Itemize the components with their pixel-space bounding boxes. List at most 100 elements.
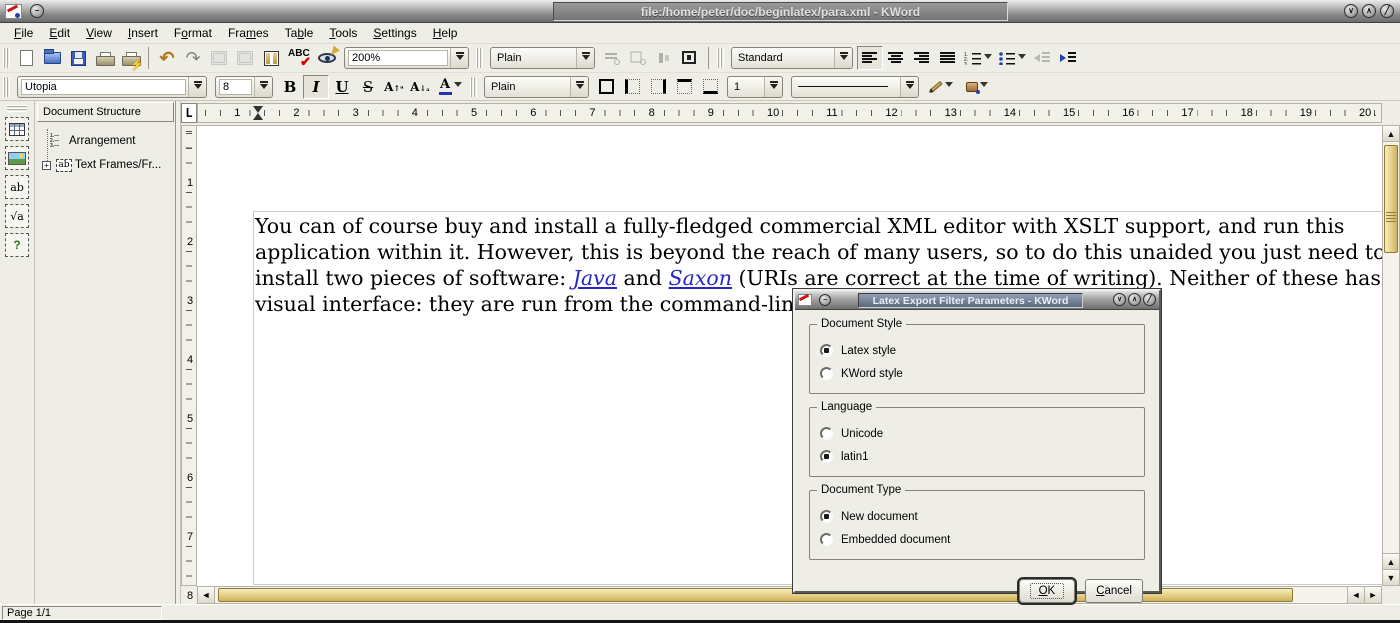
open-button[interactable]	[39, 46, 65, 70]
cancel-button[interactable]: Cancel	[1085, 579, 1143, 603]
radio-unicode[interactable]: Unicode	[820, 422, 1144, 445]
insert-picture-button[interactable]	[5, 146, 29, 170]
dialog-maximize-button[interactable]: ∧	[1128, 293, 1141, 306]
document-structure-header[interactable]: Document Structure	[37, 102, 174, 122]
radio-button[interactable]	[820, 510, 833, 523]
scroll-down-button[interactable]: ▼	[1383, 569, 1399, 585]
bullet-list-dropdown-icon[interactable]	[1018, 54, 1026, 63]
radio-button[interactable]	[820, 533, 833, 546]
stylist-combo[interactable]: Standard	[731, 47, 853, 69]
border-left-button[interactable]	[619, 75, 645, 99]
align-left-button[interactable]	[857, 46, 883, 70]
toolbar-handle[interactable]	[3, 77, 10, 97]
border-width-dropdown-icon[interactable]	[764, 77, 782, 97]
horizontal-ruler[interactable]: 1234567891011121314151617181920	[197, 103, 1382, 123]
font-size-combo[interactable]	[215, 76, 273, 98]
bullet-list-button[interactable]	[995, 46, 1029, 70]
frame-style-dropdown-icon[interactable]	[570, 77, 588, 97]
link-java[interactable]: Java	[573, 266, 617, 290]
border-style-combo[interactable]	[791, 76, 919, 98]
kword-app-icon[interactable]	[5, 4, 22, 19]
numbered-list-button[interactable]: 1.2.3.	[961, 46, 995, 70]
import-style-button[interactable]	[625, 46, 651, 70]
save-button[interactable]	[65, 46, 91, 70]
print-preview-button[interactable]: ⚡	[117, 46, 143, 70]
first-line-indent-marker[interactable]	[253, 106, 263, 113]
decrease-indent-button[interactable]	[1029, 46, 1055, 70]
expander-icon[interactable]: +	[42, 161, 51, 170]
sticky-button[interactable]: −	[30, 4, 44, 18]
font-family-dropdown-icon[interactable]	[188, 77, 206, 97]
menu-item-view[interactable]: View	[78, 24, 120, 42]
border-right-button[interactable]	[645, 75, 671, 99]
menu-item-frames[interactable]: Frames	[220, 24, 277, 42]
menu-item-table[interactable]: Table	[277, 24, 322, 42]
window-titlebar[interactable]: − file:/home/peter/doc/beginlatex/para.x…	[0, 0, 1400, 23]
autocorrect-button[interactable]	[314, 46, 340, 70]
minimize-button[interactable]: ∨	[1344, 4, 1358, 18]
undo-button[interactable]: ↶	[154, 46, 180, 70]
increase-indent-button[interactable]	[1055, 46, 1081, 70]
border-top-button[interactable]	[671, 75, 697, 99]
scroll-up-button-bottom[interactable]: ▲	[1383, 553, 1399, 569]
radio-kword-style[interactable]: KWord style	[820, 362, 1144, 385]
tab-type-selector[interactable]: L	[181, 103, 197, 123]
background-color-dropdown-icon[interactable]	[980, 82, 988, 91]
menu-item-edit[interactable]: Edit	[41, 24, 78, 42]
scroll-right-button[interactable]: ►	[1364, 587, 1381, 603]
scroll-up-button[interactable]: ▲	[1383, 126, 1399, 142]
new-document-button[interactable]	[13, 46, 39, 70]
document-canvas[interactable]: You can of course buy and install a full…	[197, 125, 1382, 586]
zoom-combo[interactable]	[344, 47, 469, 69]
insert-formula-button[interactable]: √a	[5, 204, 29, 228]
align-right-button[interactable]	[909, 46, 935, 70]
align-justify-button[interactable]	[935, 46, 961, 70]
text-color-button[interactable]: A	[433, 75, 467, 99]
insert-object-button[interactable]: ?	[5, 233, 29, 257]
subscript-button[interactable]: A↓ₐ	[407, 75, 433, 99]
radio-new-document[interactable]: New document	[820, 505, 1144, 528]
insert-table-button[interactable]	[5, 117, 29, 141]
redo-button[interactable]: ↷	[180, 46, 206, 70]
latex-export-dialog[interactable]: − Latex Export Filter Parameters - KWord…	[793, 289, 1161, 593]
create-style-button[interactable]	[599, 46, 625, 70]
font-size-input[interactable]	[223, 81, 248, 93]
dialog-titlebar[interactable]: − Latex Export Filter Parameters - KWord…	[795, 291, 1159, 310]
border-color-dropdown-icon[interactable]	[945, 82, 953, 91]
strikethrough-button[interactable]: S	[355, 75, 381, 99]
italic-button[interactable]: I	[303, 75, 329, 99]
frame-columns-button[interactable]	[258, 46, 284, 70]
radio-button[interactable]	[820, 427, 833, 440]
paragraph-style-dropdown-icon[interactable]	[576, 48, 594, 68]
radio-embedded-document[interactable]: Embedded document	[820, 528, 1144, 551]
vertical-scroll-thumb[interactable]	[1384, 145, 1398, 253]
dialog-sticky-button[interactable]: −	[819, 294, 831, 306]
frame-style-button[interactable]	[677, 46, 703, 70]
scroll-left-button-right[interactable]: ◄	[1347, 587, 1364, 603]
toolbar-handle[interactable]	[476, 48, 483, 68]
spellcheck-button[interactable]: ABC✔	[284, 46, 314, 70]
border-color-button[interactable]	[923, 75, 959, 99]
close-button[interactable]: ╱	[1380, 4, 1394, 18]
toolbar-handle[interactable]	[7, 105, 27, 112]
border-bottom-button[interactable]	[697, 75, 723, 99]
toolbar-handle[interactable]	[3, 48, 10, 68]
radio-latex-style[interactable]: Latex style	[820, 339, 1144, 362]
menu-item-file[interactable]: File	[6, 24, 41, 42]
format-painter-button[interactable]	[651, 46, 677, 70]
tree-item-arrangement[interactable]: 1.— 2.— 3.— Arrangement	[42, 129, 175, 153]
tree-item-text-frames[interactable]: + ab Text Frames/Fr...	[42, 153, 175, 177]
horizontal-scrollbar[interactable]: ◄ ◄ ►	[197, 586, 1382, 604]
paragraph-style-combo[interactable]: Plain	[490, 47, 595, 69]
menu-item-tools[interactable]: Tools	[321, 24, 365, 42]
insert-text-frame-button[interactable]: ab	[5, 175, 29, 199]
radio-latin1[interactable]: latin1	[820, 445, 1144, 468]
underline-button[interactable]: U	[329, 75, 355, 99]
radio-button[interactable]	[820, 344, 833, 357]
font-size-dropdown-icon[interactable]	[254, 77, 272, 97]
ok-button[interactable]: OK	[1019, 579, 1076, 603]
menu-item-format[interactable]: Format	[166, 24, 220, 42]
zoom-input[interactable]	[352, 52, 444, 64]
maximize-button[interactable]: ∧	[1362, 4, 1376, 18]
dialog-minimize-button[interactable]: ∨	[1113, 293, 1126, 306]
